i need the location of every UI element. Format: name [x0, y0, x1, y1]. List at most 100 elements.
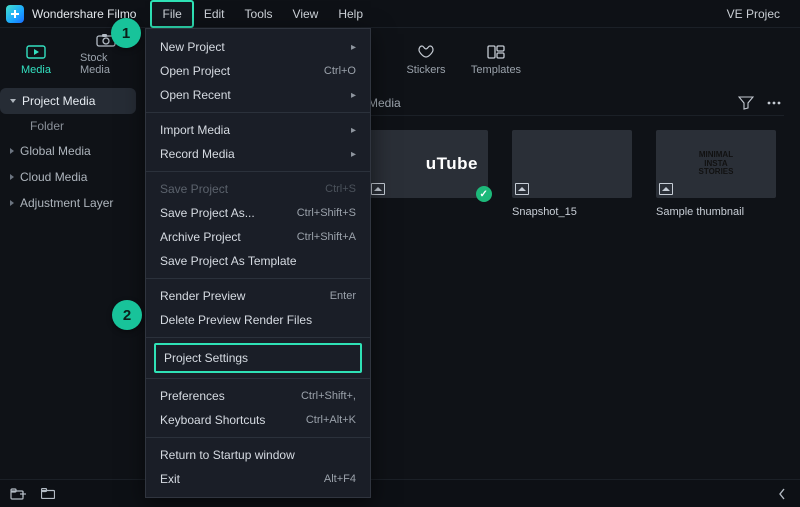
menu-record-media[interactable]: Record Media ▸: [146, 142, 370, 166]
chevron-right-icon: [10, 174, 14, 180]
menu-new-project[interactable]: New Project ▸: [146, 35, 370, 59]
menu-item-label: Delete Preview Render Files: [160, 313, 312, 327]
chevron-left-icon[interactable]: [774, 487, 790, 501]
tab-stickers-label: Stickers: [406, 64, 445, 76]
image-type-icon: [515, 183, 529, 195]
sidebar: Project Media Folder Global Media Cloud …: [0, 80, 140, 479]
menu-view[interactable]: View: [283, 0, 329, 28]
thumbnail-label: Sample thumbnail: [656, 198, 776, 218]
workspace: Project Media Folder Global Media Cloud …: [0, 80, 800, 479]
sidebar-item-label: Global Media: [20, 144, 91, 158]
menu-delete-render[interactable]: Delete Preview Render Files: [146, 308, 370, 332]
menu-import-media[interactable]: Import Media ▸: [146, 118, 370, 142]
menu-item-label: Exit: [160, 472, 180, 486]
thumbnail-item[interactable]: uTube: [368, 130, 488, 218]
file-menu-dropdown: New Project ▸ Open Project Ctrl+O Open R…: [145, 28, 371, 498]
callout-number: 2: [123, 307, 131, 324]
filter-icon[interactable]: [736, 93, 756, 113]
sidebar-item-global-media[interactable]: Global Media: [0, 138, 136, 164]
tab-media[interactable]: Media: [10, 44, 62, 80]
sidebar-item-label: Folder: [30, 119, 64, 133]
menubar-items: File Edit Tools View Help: [150, 0, 373, 28]
menu-help[interactable]: Help: [328, 0, 373, 28]
submenu-arrow-icon: ▸: [351, 90, 356, 101]
tab-media-label: Media: [21, 64, 51, 76]
menu-separator: [146, 112, 370, 113]
menu-keyboard-shortcuts[interactable]: Keyboard Shortcuts Ctrl+Alt+K: [146, 408, 370, 432]
menu-item-label: Record Media: [160, 147, 235, 161]
thumbnail-image: uTube: [368, 130, 488, 198]
menu-render-preview[interactable]: Render Preview Enter: [146, 284, 370, 308]
sidebar-item-label: Cloud Media: [20, 170, 87, 184]
thumbnail-image: MINIMAL INSTA STORIES: [656, 130, 776, 198]
menu-preferences[interactable]: Preferences Ctrl+Shift+,: [146, 384, 370, 408]
menu-open-recent[interactable]: Open Recent ▸: [146, 83, 370, 107]
menu-item-label: Keyboard Shortcuts: [160, 413, 265, 427]
menu-save-template[interactable]: Save Project As Template: [146, 249, 370, 273]
menu-item-label: Import Media: [160, 123, 230, 137]
tab-stickers[interactable]: Stickers: [400, 44, 452, 80]
thumbnail-item[interactable]: Snapshot_15: [512, 130, 632, 218]
menu-open-project[interactable]: Open Project Ctrl+O: [146, 59, 370, 83]
check-badge-icon: [476, 186, 492, 202]
image-type-icon: [659, 183, 673, 195]
sidebar-item-project-media[interactable]: Project Media: [0, 88, 136, 114]
menu-item-label: Open Project: [160, 64, 230, 78]
thumbnail-art-text: uTube: [426, 154, 478, 174]
menu-item-label: Archive Project: [160, 230, 241, 244]
menu-archive-project[interactable]: Archive Project Ctrl+Shift+A: [146, 225, 370, 249]
menu-separator: [146, 378, 370, 379]
app-logo-icon: [6, 5, 24, 23]
templates-icon: [486, 44, 506, 60]
menu-exit[interactable]: Exit Alt+F4: [146, 467, 370, 491]
media-icon: [26, 44, 46, 60]
sidebar-item-cloud-media[interactable]: Cloud Media: [0, 164, 136, 190]
submenu-arrow-icon: ▸: [351, 125, 356, 136]
menu-save-project-as[interactable]: Save Project As... Ctrl+Shift+S: [146, 201, 370, 225]
menu-shortcut: Enter: [330, 290, 356, 302]
image-type-icon: [371, 183, 385, 195]
menu-shortcut: Ctrl+Alt+K: [306, 414, 356, 426]
menu-edit[interactable]: Edit: [194, 0, 235, 28]
menu-project-settings[interactable]: Project Settings: [154, 343, 362, 373]
menu-save-project: Save Project Ctrl+S: [146, 177, 370, 201]
new-bin-icon[interactable]: [10, 487, 26, 501]
menu-item-label: New Project: [160, 40, 225, 54]
menu-file[interactable]: File: [150, 0, 193, 28]
chevron-down-icon: [10, 99, 16, 103]
menu-item-label: Return to Startup window: [160, 448, 295, 462]
menu-item-label: Save Project As Template: [160, 254, 297, 268]
more-icon[interactable]: [764, 93, 784, 113]
tab-templates-label: Templates: [471, 64, 521, 76]
annotation-callout-2: 2: [112, 300, 142, 330]
menu-shortcut: Ctrl+Shift+,: [301, 390, 356, 402]
menu-shortcut: Ctrl+O: [324, 65, 356, 77]
menu-item-label: Project Settings: [164, 351, 248, 365]
sidebar-item-label: Adjustment Layer: [20, 196, 113, 210]
thumbnail-item[interactable]: MINIMAL INSTA STORIES Sample thumbnail: [656, 130, 776, 218]
menu-item-label: Preferences: [160, 389, 225, 403]
project-name-badge: VE Projec: [727, 7, 794, 21]
menu-return-startup[interactable]: Return to Startup window: [146, 443, 370, 467]
menu-separator: [146, 171, 370, 172]
submenu-arrow-icon: ▸: [351, 149, 356, 160]
menu-item-label: Open Recent: [160, 88, 231, 102]
menu-separator: [146, 337, 370, 338]
menu-shortcut: Alt+F4: [324, 473, 356, 485]
menu-shortcut: Ctrl+Shift+S: [297, 207, 356, 219]
menu-tools[interactable]: Tools: [235, 0, 283, 28]
folder-icon[interactable]: [40, 487, 56, 501]
sticker-icon: [416, 44, 436, 60]
sidebar-item-folder[interactable]: Folder: [0, 114, 136, 138]
sidebar-item-adjustment-layer[interactable]: Adjustment Layer: [0, 190, 136, 216]
menu-item-label: Render Preview: [160, 289, 245, 303]
footer-bar: [0, 479, 800, 507]
thumbnail-label: Snapshot_15: [512, 198, 632, 218]
chevron-right-icon: [10, 148, 14, 154]
menu-shortcut: Ctrl+Shift+A: [297, 231, 356, 243]
menu-item-label: Save Project: [160, 182, 228, 196]
menu-separator: [146, 278, 370, 279]
submenu-arrow-icon: ▸: [351, 42, 356, 53]
tab-templates[interactable]: Templates: [470, 44, 522, 80]
menu-separator: [146, 437, 370, 438]
